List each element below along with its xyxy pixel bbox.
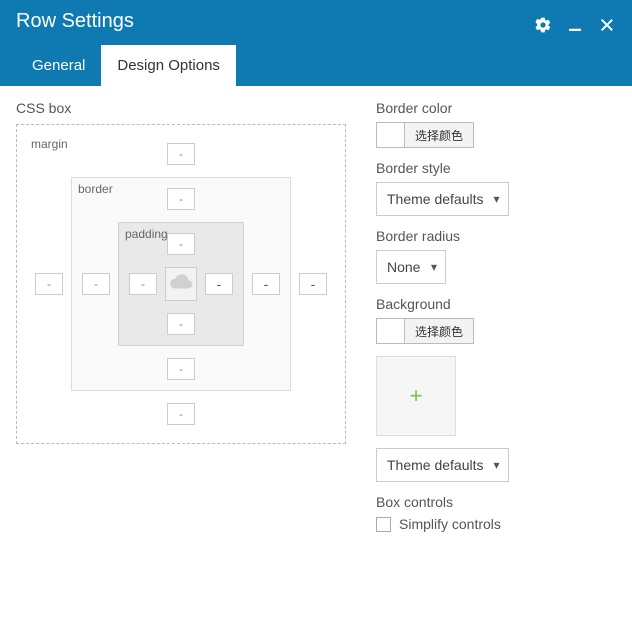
- padding-bottom-input[interactable]: [167, 313, 195, 335]
- design-controls: Border color 选择颜色 Border style Theme def…: [376, 100, 616, 544]
- background-label: Background: [376, 296, 616, 312]
- header-actions: [534, 16, 616, 34]
- css-box-diagram: margin border padding: [16, 124, 346, 444]
- padding-box: padding: [118, 222, 244, 346]
- css-box-title: CSS box: [16, 100, 346, 116]
- margin-top-input[interactable]: [167, 143, 195, 165]
- border-color-button[interactable]: 选择颜色: [405, 123, 473, 147]
- margin-right-input[interactable]: [299, 273, 327, 295]
- cloud-icon: [168, 272, 194, 297]
- margin-bottom-input[interactable]: [167, 403, 195, 425]
- margin-label: margin: [31, 137, 68, 151]
- add-background-image[interactable]: +: [376, 356, 456, 436]
- border-style-select[interactable]: Theme defaults: [376, 182, 509, 216]
- border-box: border padding: [71, 177, 291, 391]
- box-controls-row: Box controls Simplify controls: [376, 494, 616, 532]
- tab-design-options[interactable]: Design Options: [101, 45, 236, 86]
- modal-header: Row Settings: [0, 0, 632, 39]
- close-icon[interactable]: [598, 16, 616, 34]
- background-color-picker[interactable]: 选择颜色: [376, 318, 474, 344]
- border-style-value: Theme defaults: [387, 191, 484, 207]
- background-color-button[interactable]: 选择颜色: [405, 319, 473, 343]
- padding-right-input[interactable]: [205, 273, 233, 295]
- minimize-icon[interactable]: [566, 16, 584, 34]
- border-radius-row: Border radius None: [376, 228, 616, 284]
- border-radius-label: Border radius: [376, 228, 616, 244]
- background-style-value: Theme defaults: [387, 457, 484, 473]
- border-radius-value: None: [387, 259, 420, 275]
- padding-left-input[interactable]: [129, 273, 157, 295]
- margin-left-input[interactable]: [35, 273, 63, 295]
- border-color-row: Border color 选择颜色: [376, 100, 616, 148]
- background-style-row: Theme defaults: [376, 448, 616, 482]
- border-color-picker[interactable]: 选择颜色: [376, 122, 474, 148]
- simplify-controls-row: Simplify controls: [376, 516, 616, 532]
- css-box-section: CSS box margin border padding: [16, 100, 346, 544]
- content-box: [165, 267, 197, 301]
- padding-top-input[interactable]: [167, 233, 195, 255]
- border-color-label: Border color: [376, 100, 616, 116]
- border-radius-select[interactable]: None: [376, 250, 446, 284]
- border-right-input[interactable]: [252, 273, 280, 295]
- tab-bar: General Design Options: [0, 39, 632, 86]
- simplify-controls-label: Simplify controls: [399, 516, 501, 532]
- box-controls-label: Box controls: [376, 494, 616, 510]
- modal-title: Row Settings: [16, 10, 134, 39]
- border-style-label: Border style: [376, 160, 616, 176]
- border-color-swatch[interactable]: [377, 123, 405, 147]
- simplify-checkbox[interactable]: [376, 517, 391, 532]
- background-style-select[interactable]: Theme defaults: [376, 448, 509, 482]
- plus-icon: +: [410, 383, 423, 409]
- border-style-row: Border style Theme defaults: [376, 160, 616, 216]
- border-label: border: [78, 182, 113, 196]
- background-color-swatch[interactable]: [377, 319, 405, 343]
- border-top-input[interactable]: [167, 188, 195, 210]
- background-row: Background 选择颜色: [376, 296, 616, 344]
- margin-box: margin border padding: [25, 133, 337, 435]
- border-bottom-input[interactable]: [167, 358, 195, 380]
- modal-body: CSS box margin border padding: [0, 86, 632, 558]
- gear-icon[interactable]: [534, 16, 552, 34]
- tab-general[interactable]: General: [16, 45, 101, 86]
- padding-label: padding: [125, 227, 168, 241]
- border-left-input[interactable]: [82, 273, 110, 295]
